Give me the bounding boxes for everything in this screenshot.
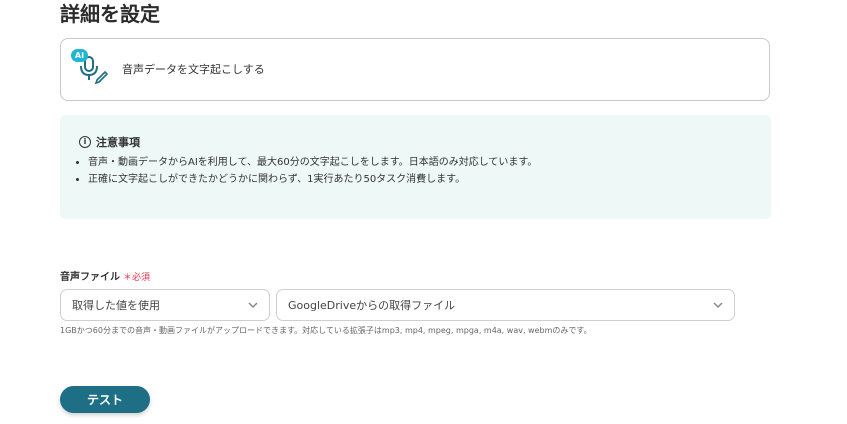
notice-box: i 注意事項 音声・動画データからAIを利用して、最大60分の文字起こしをします… [60,115,771,219]
source-select[interactable]: 取得した値を使用 [60,289,270,321]
notice-list: 音声・動画データからAIを利用して、最大60分の文字起こしをします。日本語のみ対… [60,154,537,188]
audio-file-label-text: 音声ファイル [60,272,120,283]
test-button[interactable]: テスト [60,386,150,413]
required-mark: ＊ [123,273,133,283]
info-icon: i [79,136,91,148]
required-badge: ＊必須 [123,273,150,283]
action-card[interactable]: AI 音声データを文字起こしする [60,38,770,101]
chevron-down-icon [248,302,258,309]
source-select-value: 取得した値を使用 [72,299,160,312]
page-title: 詳細を設定 [60,2,160,26]
notice-item: 正確に文字起こしができたかどうかに関わらず、1実行あたり50タスク消費します。 [88,171,537,188]
notice-item: 音声・動画データからAIを利用して、最大60分の文字起こしをします。日本語のみ対… [88,154,537,171]
ai-badge: AI [71,49,88,62]
microphone-pen-icon: AI [69,47,109,87]
notice-title: 注意事項 [96,136,140,149]
value-select-value: GoogleDriveからの取得ファイル [288,299,456,312]
required-text: 必須 [132,273,151,283]
audio-file-label: 音声ファイル ＊必須 [60,268,150,283]
notice-header: i 注意事項 [79,134,140,150]
audio-file-help: 1GBかつ60分までの音声・動画ファイルがアップロードできます。対応している拡張… [60,326,592,335]
action-label: 音声データを文字起こしする [122,63,265,76]
value-select[interactable]: GoogleDriveからの取得ファイル [276,289,735,321]
chevron-down-icon [713,302,723,309]
